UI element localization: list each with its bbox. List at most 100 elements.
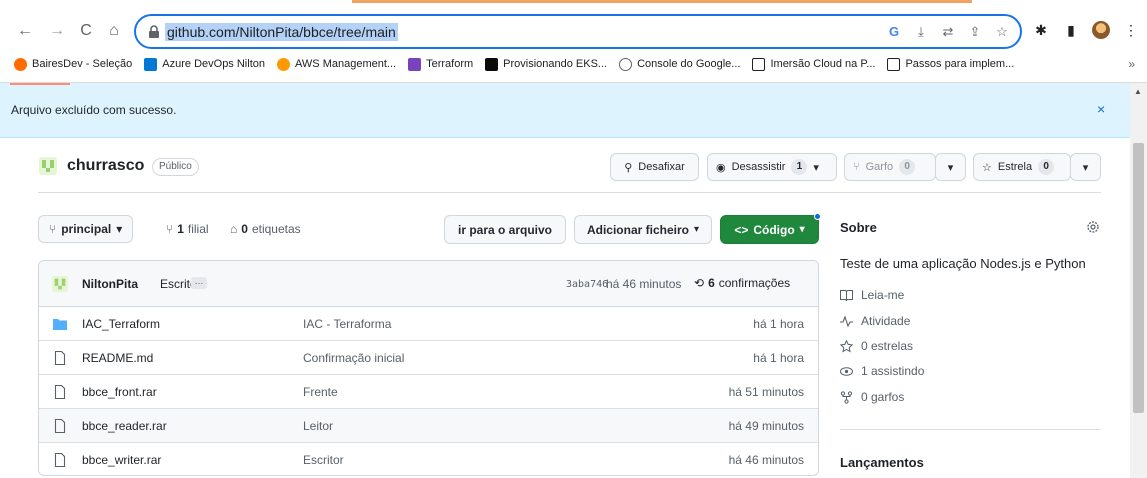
reload-icon[interactable]: C [76, 21, 96, 41]
file-time: há 49 minutos [728, 419, 804, 433]
scroll-up-icon[interactable]: ▲ [1134, 87, 1142, 96]
repo-name[interactable]: churrasco [67, 157, 144, 175]
flash-text: Arquivo excluído com sucesso. [11, 103, 177, 117]
file-name[interactable]: README.md [82, 351, 153, 365]
fork-icon [840, 390, 853, 404]
author-avatar[interactable] [52, 276, 68, 292]
chevron-down-icon: ▾ [947, 161, 954, 174]
table-row[interactable]: bbce_front.rar Frente há 51 minutos [39, 375, 818, 409]
bookmark-item[interactable]: Provisionando EKS... [479, 53, 613, 75]
watch-count: 1 [791, 159, 808, 175]
commit-time: há 46 minutos [606, 277, 682, 291]
url-text[interactable]: github.com/NiltonPita/bbce/tree/main [165, 23, 398, 41]
bookmark-item[interactable]: Console do Google... [613, 53, 746, 75]
stars-link[interactable]: 0 estrelas [840, 339, 913, 353]
file-time: há 1 hora [753, 317, 804, 331]
watch-button[interactable]: ◉ Desassistir 1 ▾ [707, 153, 837, 181]
close-icon[interactable]: × [1097, 101, 1105, 117]
install-app-icon[interactable]: ⤓ [913, 23, 929, 41]
table-row[interactable]: bbce_reader.rar Leitor há 49 minutos [39, 409, 818, 443]
extensions-puzzle-icon[interactable]: ✱ [1032, 21, 1050, 39]
address-bar[interactable]: github.com/NiltonPita/bbce/tree/main G ⤓… [134, 14, 1022, 49]
releases-heading[interactable]: Lançamentos [840, 455, 924, 470]
unpin-button[interactable]: ⚲ Desafixar [610, 153, 699, 181]
bookmark-item[interactable]: Passos para implem... [881, 53, 1020, 75]
chevron-down-icon: ▾ [116, 222, 123, 236]
folder-icon [53, 319, 67, 330]
eye-icon: ◉ [716, 161, 726, 174]
commit-expand-button[interactable]: … [191, 277, 207, 289]
notification-dot [814, 213, 821, 220]
file-name[interactable]: bbce_front.rar [82, 385, 157, 399]
file-icon [54, 419, 66, 433]
bookmark-favicon [887, 57, 901, 71]
bookmark-star-icon[interactable]: ☆ [994, 23, 1010, 41]
fork-button[interactable]: ⑂ Garfo 0 [844, 153, 936, 181]
star-button[interactable]: ☆ Estrela 0 [973, 153, 1071, 181]
gear-icon[interactable] [1085, 219, 1101, 235]
bookmarks-bar: BairesDev - Seleção Azure DevOps Nilton … [0, 52, 1147, 76]
browser-menu-icon[interactable]: ⋮ [1122, 21, 1140, 39]
code-button[interactable]: <> Código ▾ [720, 213, 821, 244]
commit-sha[interactable]: 3aba746 [566, 279, 608, 290]
file-commit-message[interactable]: Escritor [303, 453, 344, 467]
fork-dropdown-button[interactable]: ▾ [935, 153, 966, 181]
tags-link[interactable]: ⌂ 0 etiquetas [230, 222, 301, 236]
fork-icon: ⑂ [853, 161, 860, 173]
file-name[interactable]: IAC_Terraform [82, 317, 160, 331]
readme-link[interactable]: Leia-me [840, 288, 904, 302]
commits-link[interactable]: ⟲ 6 confirmações [694, 276, 790, 290]
file-commit-message[interactable]: Frente [303, 385, 338, 399]
page-scrollbar[interactable]: ▲ [1130, 83, 1147, 478]
table-row[interactable]: IAC_Terraform IAC - Terraforma há 1 hora [39, 307, 818, 341]
profile-avatar[interactable] [1092, 21, 1110, 39]
go-to-file-button[interactable]: ir para o arquivo [444, 215, 566, 244]
chevron-down-icon: ▾ [1082, 161, 1089, 174]
bookmark-item[interactable]: BairesDev - Seleção [8, 53, 138, 75]
tab-indicator [352, 0, 972, 3]
table-row[interactable]: README.md Confirmação inicial há 1 hora [39, 341, 818, 375]
branches-link[interactable]: ⑂ 1 filial [166, 222, 209, 236]
commit-author[interactable]: NiltonPita [82, 277, 138, 291]
side-panel-icon[interactable]: ▮ [1062, 21, 1080, 39]
file-commit-message[interactable]: IAC - Terraforma [303, 317, 391, 331]
add-file-button[interactable]: Adicionar ficheiro ▾ [574, 215, 712, 244]
bookmark-item[interactable]: AWS Management... [271, 53, 402, 75]
branch-icon: ⑂ [166, 222, 174, 236]
fork-count: 0 [899, 159, 916, 175]
chevron-down-icon: ▾ [694, 224, 700, 235]
flash-message: Arquivo excluído com sucesso. × [0, 83, 1130, 138]
header-divider [38, 192, 1101, 193]
back-arrow-icon[interactable]: ← [15, 21, 35, 41]
repo-description: Teste de uma aplicação Nodes.js e Python [840, 256, 1086, 271]
table-row[interactable]: bbce_writer.rar Escritor há 46 minutos [39, 443, 818, 475]
home-icon[interactable]: ⌂ [104, 21, 124, 41]
bookmark-item[interactable]: Azure DevOps Nilton [138, 53, 271, 75]
branch-selector[interactable]: ⑂ principal ▾ [38, 215, 134, 243]
file-name[interactable]: bbce_writer.rar [82, 453, 161, 467]
file-icon [54, 351, 66, 365]
browser-chrome: ← → C ⌂ github.com/NiltonPita/bbce/tree/… [0, 0, 1147, 83]
file-name[interactable]: bbce_reader.rar [82, 419, 167, 433]
visibility-badge: Público [152, 158, 199, 176]
bookmark-favicon [752, 57, 766, 71]
bookmark-item[interactable]: Terraform [402, 53, 479, 75]
bookmark-item[interactable]: Imersão Cloud na P... [746, 53, 881, 75]
file-commit-message[interactable]: Leitor [303, 419, 333, 433]
forks-link[interactable]: 0 garfos [840, 390, 904, 404]
translate-icon[interactable]: ⇄ [940, 23, 956, 41]
file-commit-message[interactable]: Confirmação inicial [303, 351, 404, 365]
star-count: 0 [1038, 159, 1055, 175]
file-time: há 46 minutos [728, 453, 804, 467]
scrollbar-thumb[interactable] [1133, 143, 1144, 413]
bookmarks-overflow-icon[interactable]: » [1128, 57, 1135, 71]
google-lens-icon[interactable]: G [886, 23, 902, 41]
star-dropdown-button[interactable]: ▾ [1070, 153, 1101, 181]
share-icon[interactable]: ⇪ [967, 23, 983, 41]
tab-underline [10, 83, 70, 85]
file-time: há 51 minutos [728, 385, 804, 399]
forward-arrow-icon[interactable]: → [47, 21, 67, 41]
watchers-link[interactable]: 1 assistindo [840, 364, 924, 378]
sidebar-divider [840, 429, 1101, 430]
activity-link[interactable]: Atividade [840, 314, 910, 328]
